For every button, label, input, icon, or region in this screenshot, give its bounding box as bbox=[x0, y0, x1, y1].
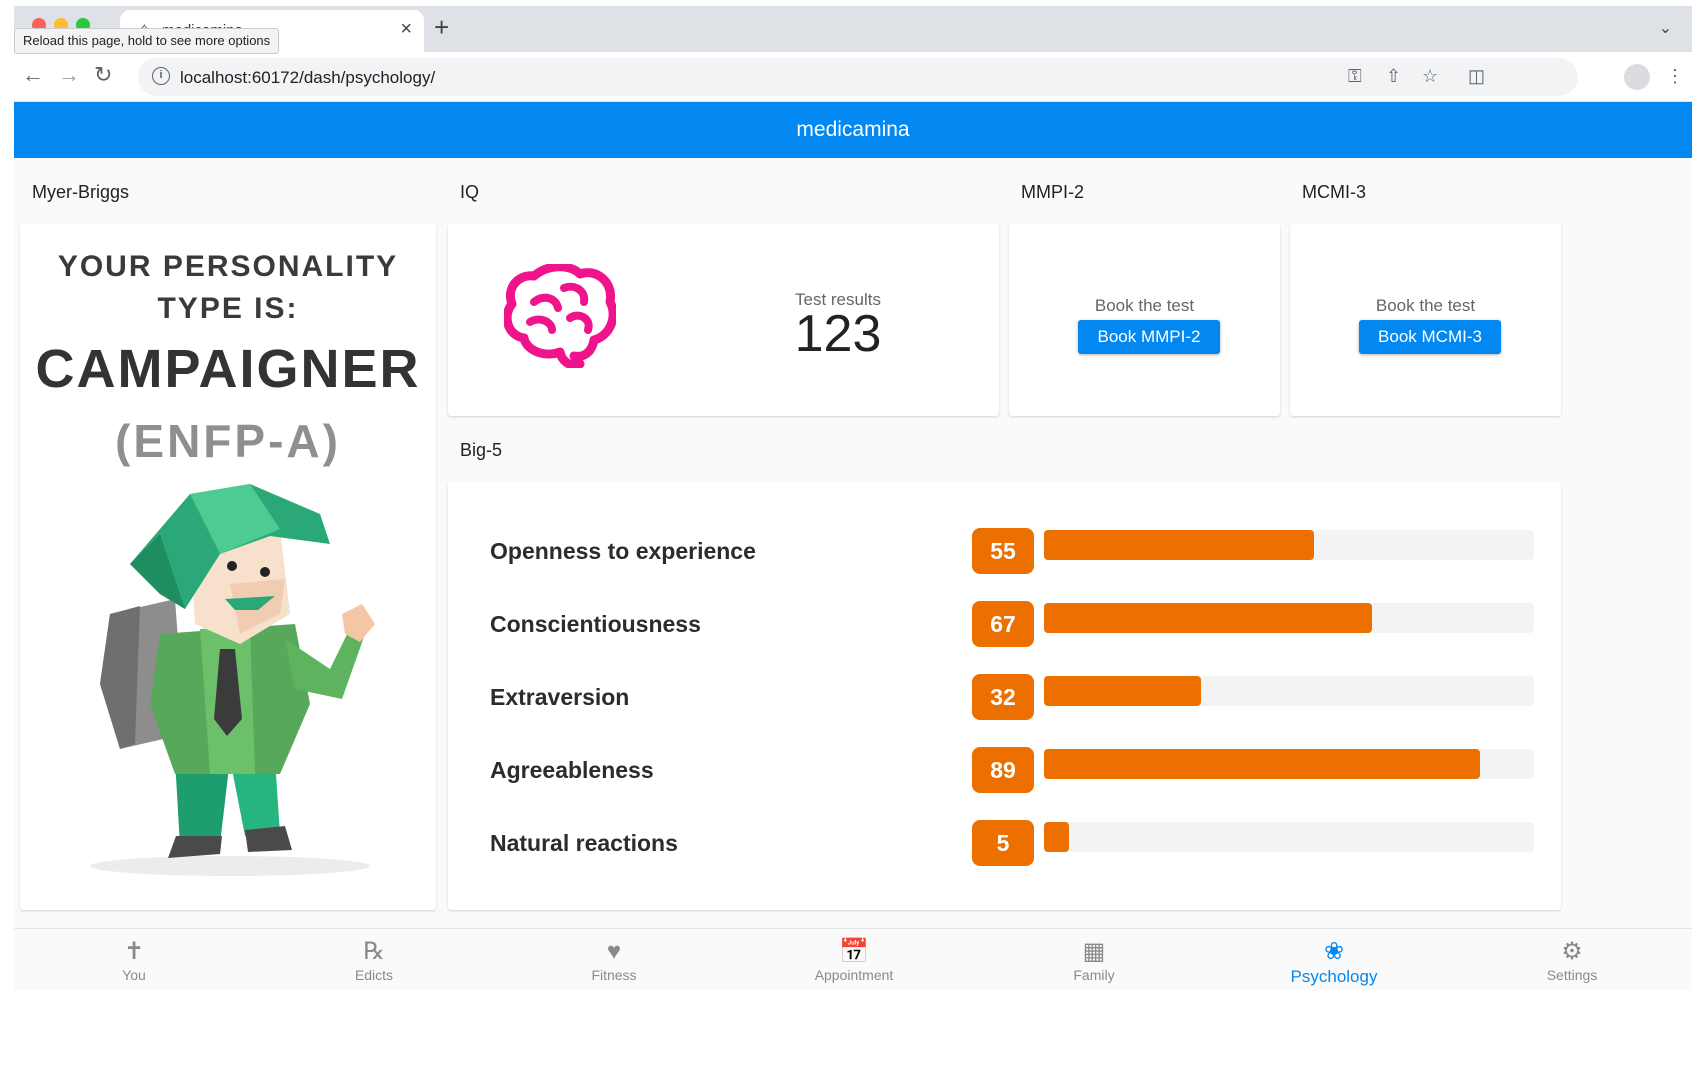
nav-label: Family bbox=[1073, 967, 1115, 983]
site-info-icon[interactable]: i bbox=[152, 67, 170, 85]
mmpi2-card: Book the test Book MMPI-2 bbox=[1009, 224, 1280, 416]
campaigner-illustration bbox=[90, 484, 375, 876]
nav-label: Appointment bbox=[814, 967, 894, 983]
nav-label: Edicts bbox=[354, 967, 394, 983]
trait-score-badge: 32 bbox=[972, 674, 1034, 720]
nav-label: Fitness bbox=[591, 967, 637, 983]
trait-bar-track bbox=[1044, 530, 1534, 560]
close-tab-icon[interactable]: × bbox=[400, 18, 412, 41]
back-arrow-icon[interactable]: ← bbox=[22, 62, 44, 88]
trait-bar-track bbox=[1044, 603, 1534, 633]
trait-bar-track bbox=[1044, 676, 1534, 706]
nav-item-settings[interactable]: ⚙ Settings bbox=[1452, 929, 1692, 991]
trait-score-badge: 55 bbox=[972, 528, 1034, 574]
trait-row: Conscientiousness 67 bbox=[448, 601, 1561, 651]
trait-row: Natural reactions 5 bbox=[448, 820, 1561, 870]
dashboard-content: Myer-Briggs IQ MMPI-2 MCMI-3 YOUR PERSON… bbox=[14, 158, 1692, 928]
iq-score: 123 bbox=[794, 305, 882, 363]
trait-row: Extraversion 32 bbox=[448, 674, 1561, 724]
profile-avatar-icon[interactable] bbox=[1624, 64, 1650, 90]
nav-item-appointment[interactable]: 📅 Appointment bbox=[734, 929, 974, 991]
nav-item-family[interactable]: ▦ Family bbox=[974, 929, 1214, 991]
trait-row: Openness to experience 55 bbox=[448, 528, 1561, 578]
trait-bar-fill bbox=[1044, 530, 1314, 560]
trait-bar-fill bbox=[1044, 676, 1201, 706]
trait-name: Agreeableness bbox=[490, 757, 654, 783]
side-panel-icon[interactable]: ◫ bbox=[1468, 66, 1485, 87]
reload-tooltip: Reload this page, hold to see more optio… bbox=[14, 28, 280, 54]
iq-card: Test results 123 bbox=[448, 224, 999, 416]
tab-strip: ✧ medicamina × + ⌄ Reload this page, hol… bbox=[14, 6, 1692, 54]
book-mcmi3-button[interactable]: Book MCMI-3 bbox=[1359, 320, 1501, 354]
section-title-mmpi2: MMPI-2 bbox=[1021, 182, 1084, 202]
trait-score-badge: 89 bbox=[972, 747, 1034, 793]
forward-arrow-icon[interactable]: → bbox=[58, 62, 80, 88]
heart-pulse-icon: ♥ bbox=[606, 938, 622, 965]
new-tab-icon[interactable]: + bbox=[434, 12, 449, 43]
trait-name: Conscientiousness bbox=[490, 611, 701, 637]
section-title-myer-briggs: Myer-Briggs bbox=[32, 182, 130, 202]
tab-search-chevron-icon[interactable]: ⌄ bbox=[1659, 18, 1672, 38]
myer-briggs-card: YOUR PERSONALITY TYPE IS: CAMPAIGNER (EN… bbox=[20, 224, 436, 910]
family-tree-icon: ▦ bbox=[1082, 938, 1106, 965]
address-bar[interactable]: i localhost:60172/dash/psychology/ bbox=[138, 58, 1578, 96]
trait-bar-fill bbox=[1044, 603, 1373, 633]
personality-heading: YOUR PERSONALITY TYPE IS: bbox=[57, 250, 399, 325]
calendar-clock-icon: 📅 bbox=[839, 938, 869, 965]
browser-menu-icon[interactable]: ⋮ bbox=[1666, 66, 1684, 87]
trait-name: Openness to experience bbox=[490, 538, 756, 564]
nav-item-edicts[interactable]: ℞ Edicts bbox=[254, 929, 494, 991]
browser-toolbar: ← → ↻ i localhost:60172/dash/psychology/… bbox=[14, 52, 1692, 102]
nav-item-fitness[interactable]: ♥ Fitness bbox=[494, 929, 734, 991]
reload-icon[interactable]: ↻ bbox=[94, 62, 112, 88]
mmpi2-caption: Book the test bbox=[1094, 296, 1195, 315]
section-title-big5: Big-5 bbox=[460, 440, 503, 460]
nav-item-psychology[interactable]: ❀ Psychology bbox=[1214, 929, 1454, 991]
trait-score-badge: 67 bbox=[972, 601, 1034, 647]
book-mmpi2-button[interactable]: Book MMPI-2 bbox=[1078, 320, 1220, 354]
trait-name: Extraversion bbox=[490, 684, 630, 710]
brain-icon bbox=[504, 264, 616, 368]
big5-card: Openness to experience 55 Conscientiousn… bbox=[448, 482, 1561, 910]
personality-type: CAMPAIGNER bbox=[35, 339, 421, 399]
trait-bar-track bbox=[1044, 749, 1534, 779]
browser-window: ✧ medicamina × + ⌄ Reload this page, hol… bbox=[14, 6, 1692, 1066]
gear-icon: ⚙ bbox=[1561, 938, 1583, 965]
prescription-icon: ℞ bbox=[363, 938, 385, 965]
section-title-mcmi3: MCMI-3 bbox=[1302, 182, 1366, 202]
app-header: medicamina bbox=[14, 102, 1692, 158]
url-text[interactable]: localhost:60172/dash/psychology/ bbox=[180, 68, 435, 88]
nav-label: Psychology bbox=[1290, 967, 1378, 986]
nav-item-you[interactable]: ✝ You bbox=[14, 929, 254, 991]
person-icon: ✝ bbox=[123, 938, 145, 965]
personality-code: (ENFP-A) bbox=[115, 415, 341, 467]
trait-row: Agreeableness 89 bbox=[448, 747, 1561, 797]
password-key-icon[interactable]: ⚿ bbox=[1348, 66, 1362, 87]
mcmi3-card: Book the test Book MCMI-3 bbox=[1290, 224, 1561, 416]
trait-bar-fill bbox=[1044, 749, 1481, 779]
nav-label: You bbox=[122, 967, 146, 983]
mcmi3-caption: Book the test bbox=[1375, 296, 1476, 315]
nav-label: Settings bbox=[1546, 967, 1598, 983]
trait-name: Natural reactions bbox=[490, 830, 678, 856]
trait-bar-track bbox=[1044, 822, 1534, 852]
brain-icon: ❀ bbox=[1323, 938, 1345, 965]
trait-bar-fill bbox=[1044, 822, 1069, 852]
bookmark-star-icon[interactable]: ☆ bbox=[1422, 66, 1438, 87]
share-icon[interactable]: ⇧ bbox=[1386, 66, 1401, 87]
section-title-iq: IQ bbox=[460, 182, 480, 202]
trait-score-badge: 5 bbox=[972, 820, 1034, 866]
bottom-navigation: ✝ You ℞ Edicts ♥ Fitness 📅 Appointment ▦… bbox=[14, 928, 1692, 990]
